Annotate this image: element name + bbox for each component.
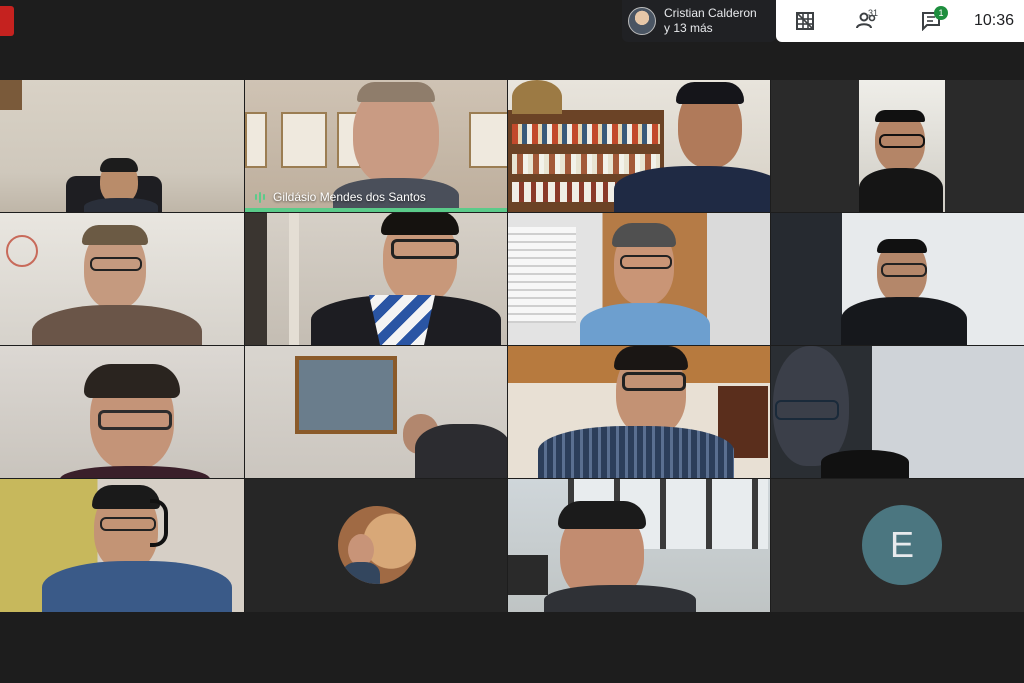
people-count: 31 [868,8,879,18]
people-button[interactable]: 31 [834,0,900,42]
recording-indicator [0,6,14,36]
video-tile[interactable] [508,80,770,212]
grid-layout-icon [795,11,815,31]
video-tile[interactable] [771,346,1024,478]
chat-badge: 1 [934,6,948,20]
presenter-others: y 13 más [664,21,713,35]
bottom-bar [0,612,1024,683]
participant-avatar [338,506,416,584]
video-tile[interactable] [771,80,1024,212]
participant-name: Gildásio Mendes dos Santos [273,190,426,204]
presenter-pill[interactable]: Cristian Calderon y 13 más [622,0,776,42]
video-tile[interactable] [0,213,244,345]
speaking-indicator [245,208,507,212]
video-tile[interactable] [245,213,507,345]
video-tile[interactable] [771,213,1024,345]
video-tile[interactable] [245,479,507,612]
video-tile[interactable]: E [771,479,1024,612]
participant-initial-avatar: E [862,505,942,585]
clock: 10:36 [974,12,1015,29]
meeting-toolbar: 31 1 10:36 [776,0,1024,42]
video-tile[interactable] [508,479,770,612]
video-tile[interactable] [0,346,244,478]
video-tile[interactable] [0,479,244,612]
chat-button[interactable]: 1 [900,0,962,42]
layout-button[interactable] [776,0,834,42]
video-grid: Gildásio Mendes dos Santos E [0,80,1024,612]
video-tile[interactable] [508,213,770,345]
presenter-avatar [628,7,656,35]
participant-name-tag: Gildásio Mendes dos Santos [255,190,426,204]
audio-level-icon [255,191,265,203]
video-tile[interactable] [508,346,770,478]
video-tile[interactable] [245,346,507,478]
video-tile-speaking[interactable]: Gildásio Mendes dos Santos [245,80,507,212]
presenter-name: Cristian Calderon [664,6,757,20]
video-tile[interactable] [0,80,244,212]
